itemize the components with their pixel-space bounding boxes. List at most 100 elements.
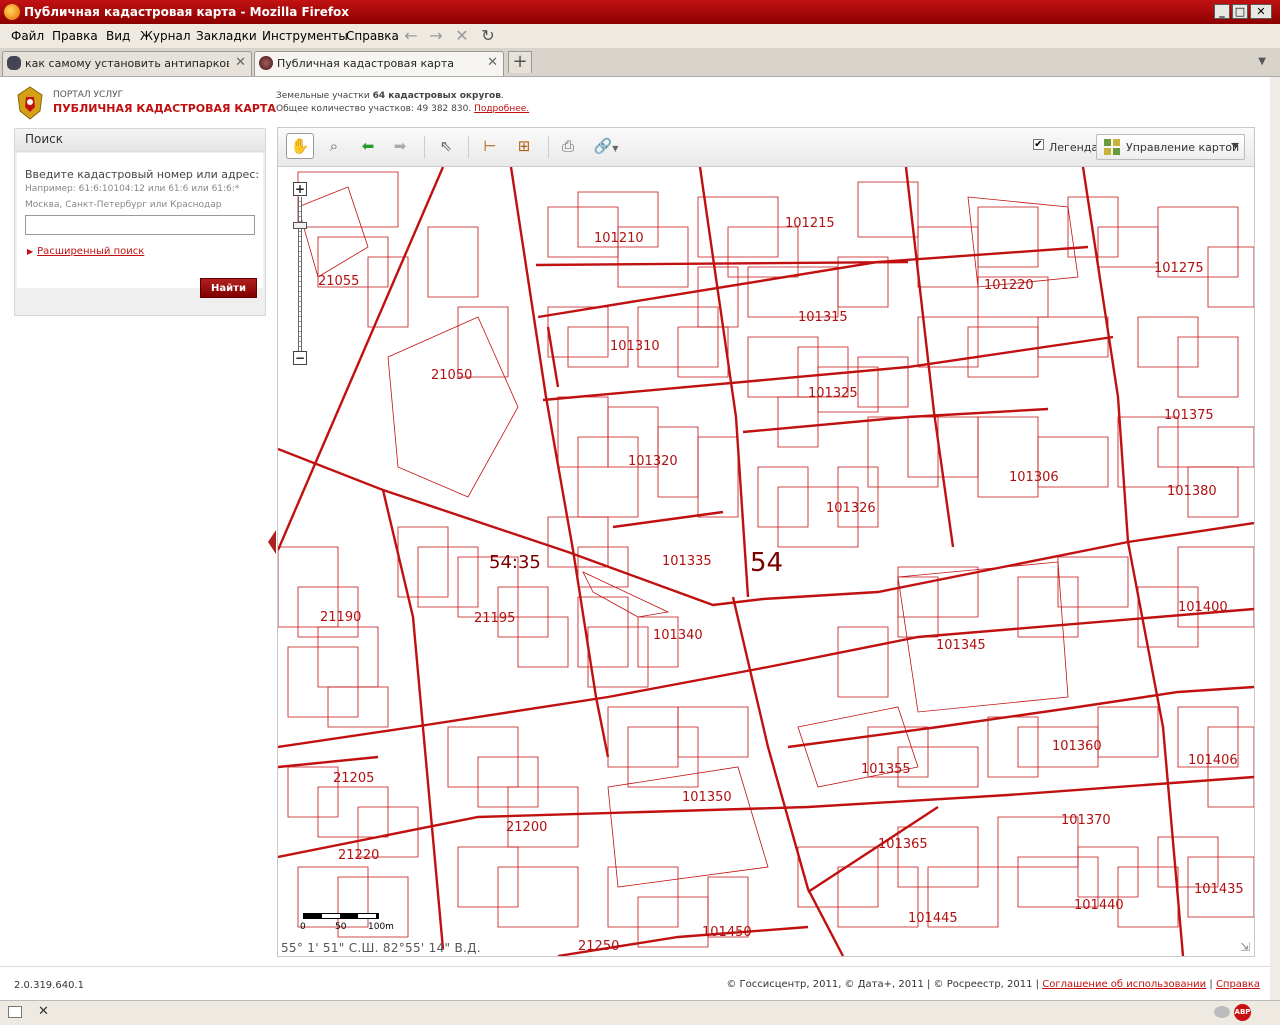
zoom-out-button[interactable]: − xyxy=(293,351,307,365)
scale-bar xyxy=(303,913,379,919)
tab-bar: как самому установить антипарковоч... ✕ … xyxy=(0,48,1280,77)
fullscreen-icon[interactable]: ⇲ xyxy=(1240,940,1252,954)
forward-icon[interactable]: → xyxy=(427,28,445,44)
stats-districts: 64 кадастровых округов xyxy=(372,91,501,101)
street-line xyxy=(278,755,379,769)
maximize-button[interactable]: □ xyxy=(1232,4,1248,19)
cadastral-map[interactable]: 101210 101215 101220 101275 21055 101315 10131… xyxy=(278,167,1254,956)
cadastral-map-svg[interactable]: 101210 101215 101220 101275 21055 101315 10131… xyxy=(278,167,1254,956)
layers-grid-icon xyxy=(1104,139,1120,155)
back-icon[interactable]: ← xyxy=(402,28,420,44)
menu-history[interactable]: Журнал xyxy=(140,29,191,43)
chevron-right-icon: ▶ xyxy=(27,247,34,256)
tab-parking[interactable]: как самому установить антипарковоч... ✕ xyxy=(2,51,252,76)
scale-label-mid: 50 xyxy=(335,922,347,932)
link-button[interactable]: 🔗▼ xyxy=(588,133,624,159)
block-number-label: 101380 xyxy=(1167,484,1217,499)
zoom-box-tool-button[interactable]: ⌕ xyxy=(320,133,348,159)
tab-list-icon[interactable]: ▼ xyxy=(1258,56,1266,67)
block-number-label: 21205 xyxy=(333,771,374,786)
copyright-text: © Госсисцентр, 2011, © Дата+, 2011 | © Р… xyxy=(726,979,1040,990)
find-button[interactable]: Найти xyxy=(200,278,257,298)
footer-divider xyxy=(0,966,1270,967)
help-link[interactable]: Справка xyxy=(1216,979,1260,990)
tab-close-icon[interactable]: ✕ xyxy=(487,55,498,70)
print-button[interactable]: ⎙ xyxy=(554,133,582,159)
link-icon: 🔗 xyxy=(593,137,613,155)
street-line xyxy=(1081,167,1185,956)
parcel-outline xyxy=(582,571,670,618)
plugin-icon[interactable] xyxy=(1214,1006,1230,1018)
forward-extent-button[interactable]: ➡ xyxy=(386,133,414,159)
block-number-label: 101400 xyxy=(1178,600,1228,615)
menu-tools[interactable]: Инструменты xyxy=(262,29,348,43)
parcel-outline xyxy=(1077,846,1139,898)
page-scrollbar[interactable] xyxy=(1270,77,1280,1000)
tab-cadastral-map[interactable]: Публичная кадастровая карта ✕ xyxy=(254,51,504,76)
street-line xyxy=(535,260,909,267)
new-tab-button[interactable]: + xyxy=(508,51,532,73)
district-label: 54 xyxy=(750,548,783,578)
parcel-outline xyxy=(967,196,1079,288)
search-panel-header[interactable]: Поиск xyxy=(15,129,265,152)
parcel-outline xyxy=(1097,706,1159,758)
block-number-label: 101360 xyxy=(1052,739,1102,754)
measure-area-button[interactable]: ⊞ xyxy=(510,133,538,159)
back-extent-button[interactable]: ⬅ xyxy=(354,133,382,159)
adblock-icon[interactable]: ABP xyxy=(1234,1004,1251,1021)
parcel-outline xyxy=(517,616,569,668)
search-prompt: Введите кадастровый номер или адрес: xyxy=(25,168,260,181)
portal-subtitle: ПОРТАЛ УСЛУГ xyxy=(53,90,124,100)
parcel-outline xyxy=(297,186,369,278)
map-control-label: Управление картой xyxy=(1126,141,1240,154)
menu-edit[interactable]: Правка xyxy=(52,29,98,43)
parcel-outline xyxy=(287,766,339,818)
parcel-outline xyxy=(607,766,769,888)
stop-icon[interactable]: ✕ xyxy=(453,28,471,44)
search-input[interactable] xyxy=(25,215,255,235)
scale-label-end: 100m xyxy=(368,922,394,932)
legend-checkbox[interactable]: ✔ xyxy=(1033,139,1044,150)
street-line xyxy=(731,596,845,956)
menu-file[interactable]: Файл xyxy=(11,29,44,43)
zoom-slider-thumb[interactable] xyxy=(293,222,307,229)
parcel-outline xyxy=(457,846,519,908)
panel-collapse-handle[interactable] xyxy=(268,530,276,554)
block-number-label: 101326 xyxy=(826,501,876,516)
pan-tool-button[interactable]: ✋ xyxy=(286,133,314,159)
parcel-outline xyxy=(727,226,799,278)
details-link[interactable]: Подробнее. xyxy=(474,104,529,114)
minimize-button[interactable]: _ xyxy=(1214,4,1230,19)
tab-close-icon[interactable]: ✕ xyxy=(235,55,246,70)
menu-bookmarks[interactable]: Закладки xyxy=(196,29,257,43)
block-number-label: 101450 xyxy=(702,925,752,940)
close-window-button[interactable]: ✕ xyxy=(1250,4,1272,19)
map-control-dropdown[interactable]: Управление картой xyxy=(1096,134,1245,160)
addon-bar-icon[interactable] xyxy=(8,1006,22,1018)
menu-help[interactable]: Справка xyxy=(346,29,399,43)
parcel-outline xyxy=(317,626,379,688)
measure-length-button[interactable]: ⊢ xyxy=(476,133,504,159)
toolbar-separator xyxy=(548,136,549,158)
block-number-label: 101320 xyxy=(628,454,678,469)
zoom-slider-track[interactable] xyxy=(298,197,302,351)
menu-view[interactable]: Вид xyxy=(106,29,130,43)
advanced-search-link[interactable]: ▶ Расширенный поиск xyxy=(27,246,144,257)
block-number-label: 101370 xyxy=(1061,813,1111,828)
identify-tool-button[interactable]: ⇖ xyxy=(432,133,460,159)
toolbar-separator xyxy=(424,136,425,158)
block-number-label: 101445 xyxy=(908,911,958,926)
close-addon-bar-icon[interactable]: ✕ xyxy=(38,1004,49,1019)
street-line xyxy=(612,510,724,529)
reload-icon[interactable]: ↻ xyxy=(479,28,497,44)
block-number-label: 101440 xyxy=(1074,898,1124,913)
parcel-outline xyxy=(837,626,889,698)
block-number-label: 101210 xyxy=(594,231,644,246)
parcel-outline xyxy=(287,646,359,718)
terms-link[interactable]: Соглашение об использовании xyxy=(1042,979,1206,990)
stats-line: Земельные участки 64 кадастровых округов… xyxy=(276,91,504,101)
street-line xyxy=(381,489,445,950)
zoom-in-button[interactable]: + xyxy=(293,182,307,196)
legend-label: Легенда xyxy=(1049,141,1099,154)
block-number-label: 21200 xyxy=(506,820,547,835)
